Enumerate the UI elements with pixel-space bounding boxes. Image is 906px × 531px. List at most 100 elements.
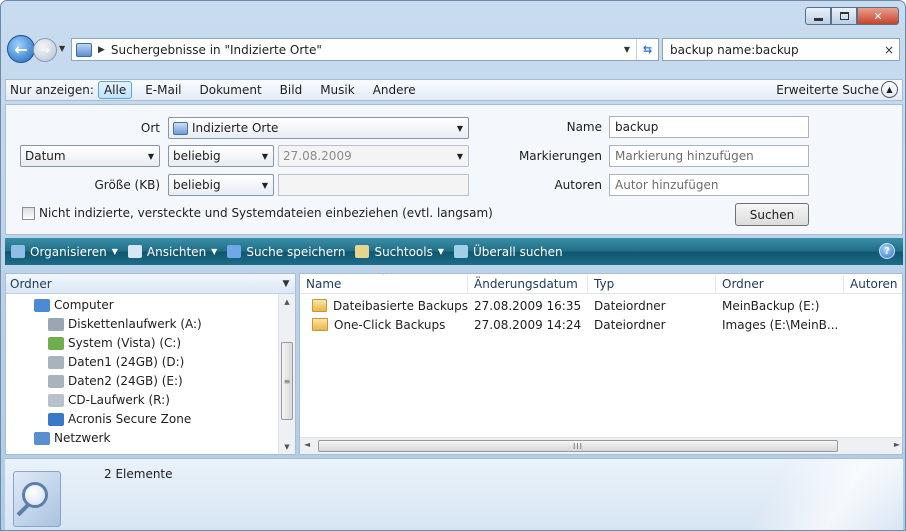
filter-musik[interactable]: Musik (315, 82, 360, 98)
tree-item[interactable]: Daten1 (24GB) (D:) (48, 355, 184, 369)
groesse-qualifier-dropdown[interactable]: beliebig ▼ (168, 174, 274, 196)
include-system-files-label[interactable]: Nicht indizierte, versteckte und Systemd… (39, 206, 493, 220)
column-header-authors[interactable]: Autoren (844, 274, 902, 294)
navigation-scrollbar[interactable]: ▲ ≡ ▼ (278, 294, 295, 454)
organize-button[interactable]: Organisieren ▼ (11, 245, 118, 259)
tags-field[interactable]: Markierung hinzufügen (609, 145, 809, 167)
column-header-folder[interactable]: Ordner (716, 274, 844, 294)
chevron-down-icon: ▼ (437, 247, 445, 256)
cell-name[interactable]: Dateibasierte Backups (306, 296, 468, 315)
network-icon (34, 431, 50, 445)
column-header-type[interactable]: Typ (588, 274, 716, 294)
folders-header-label: Ordner (10, 276, 52, 291)
groesse-input[interactable] (278, 174, 469, 196)
tree-item-label: Netzwerk (54, 431, 111, 445)
filter-email[interactable]: E-Mail (140, 82, 186, 98)
floppy-drive-icon (48, 317, 64, 331)
ort-dropdown[interactable]: Indizierte Orte ▼ (168, 117, 469, 139)
tree-item[interactable]: System (Vista) (C:) (48, 336, 181, 350)
tree-item-label: Daten1 (24GB) (D:) (68, 355, 185, 369)
tree-item[interactable]: Computer (34, 298, 114, 312)
search-everywhere-label: Überall suchen (473, 244, 563, 259)
save-search-button[interactable]: Suche speichern (227, 245, 345, 259)
recent-pages-dropdown[interactable]: ▼ (59, 44, 65, 53)
advanced-search-label[interactable]: Erweiterte Suche (776, 83, 879, 97)
cell-folder: Images (E:\MeinB... (722, 317, 839, 332)
address-bar[interactable]: ▶ Suchergebnisse in "Indizierte Orte" ▼ … (71, 38, 659, 61)
address-dropdown-icon[interactable]: ▼ (618, 45, 636, 54)
datum-qualifier-value: beliebig (173, 149, 221, 163)
views-button[interactable]: Ansichten ▼ (127, 245, 217, 259)
close-button[interactable]: ✕ (857, 7, 899, 25)
arrow-left-icon: ← (14, 39, 28, 59)
chevron-down-icon: ▼ (111, 247, 118, 256)
column-header-name[interactable]: Name (300, 274, 468, 294)
filter-dokument[interactable]: Dokument (195, 82, 267, 98)
checkbox-box[interactable] (22, 206, 35, 220)
navigation-pane: Ordner ▼ Computer Diskettenlaufwerk (A:) S… (5, 273, 296, 455)
tree-item-label: Diskettenlaufwerk (A:) (68, 317, 202, 331)
folders-header[interactable]: Ordner ▼ (6, 274, 295, 294)
chevron-down-icon: ▼ (261, 180, 269, 190)
search-tools-button[interactable]: Suchtools ▼ (355, 245, 444, 259)
back-button[interactable]: ← (7, 35, 35, 63)
tree-item[interactable]: CD-Laufwerk (R:) (48, 393, 170, 407)
chevron-down-icon: ▼ (456, 151, 464, 161)
save-search-label: Suche speichern (246, 244, 346, 259)
chevron-down-icon[interactable]: ▼ (277, 279, 295, 289)
column-header-date[interactable]: Änderungsdatum (468, 274, 588, 294)
filter-andere[interactable]: Andere (368, 82, 421, 98)
computer-icon (34, 298, 50, 312)
table-row[interactable]: Dateibasierte Backups 27.08.2009 16:35 D… (300, 296, 902, 315)
table-row[interactable]: One-Click Backups 27.08.2009 14:24 Datei… (300, 315, 902, 334)
authors-field[interactable]: Autor hinzufügen (609, 174, 809, 196)
acronis-zone-icon (48, 412, 64, 426)
details-pane: 2 Elemente (5, 458, 903, 530)
scroll-down-icon[interactable]: ▼ (279, 443, 295, 451)
system-drive-icon (48, 336, 64, 350)
tree-item[interactable]: Netzwerk (34, 431, 110, 445)
help-button[interactable]: ? (879, 243, 895, 259)
explorer-window: ✕ ← → ▼ ▶ Suchergebnisse in "Indizierte … (0, 0, 906, 531)
groesse-label: Größe (KB) (94, 178, 160, 192)
breadcrumb[interactable]: Suchergebnisse in "Indizierte Orte" (111, 43, 618, 57)
tree-item-label: Computer (54, 298, 114, 312)
include-system-files-checkbox[interactable]: Nicht indizierte, versteckte und Systemd… (22, 206, 493, 220)
close-icon: ✕ (873, 9, 883, 23)
cell-type: Dateiordner (594, 317, 666, 332)
scroll-up-icon[interactable]: ▲ (279, 298, 295, 306)
organize-label: Organisieren (30, 244, 107, 259)
maximize-button[interactable] (831, 7, 857, 25)
advanced-search-toggle[interactable]: Erweiterte Suche ▲ (776, 81, 898, 98)
search-everywhere-button[interactable]: Überall suchen (454, 245, 563, 259)
authors-label: Autoren (554, 178, 602, 192)
horizontal-scrollbar[interactable]: ◄ III ► (300, 437, 902, 454)
datum-qualifier-dropdown[interactable]: beliebig ▼ (168, 145, 274, 167)
search-button[interactable]: Suchen (735, 203, 809, 226)
minimize-button[interactable] (805, 7, 831, 25)
datum-dropdown[interactable]: Datum ▼ (20, 145, 160, 167)
clear-search-button[interactable]: × (879, 43, 899, 57)
cell-name[interactable]: One-Click Backups (306, 315, 468, 334)
name-label: Name (566, 120, 602, 134)
tree-item-label: Acronis Secure Zone (68, 412, 192, 426)
forward-button[interactable]: → (33, 38, 57, 62)
command-bar: Organisieren ▼ Ansichten ▼ Suche speichern Su… (5, 238, 903, 265)
filter-alle[interactable]: Alle (97, 81, 133, 99)
scroll-thumb[interactable]: ≡ (281, 342, 293, 420)
scroll-left-icon[interactable]: ◄ (304, 440, 310, 449)
datum-date-picker[interactable]: 27.08.2009 ▼ (278, 145, 469, 167)
tree-item[interactable]: Acronis Secure Zone (48, 412, 191, 426)
search-folder-icon (76, 42, 92, 57)
tree-item[interactable]: Diskettenlaufwerk (A:) (48, 317, 202, 331)
breadcrumb-separator-icon[interactable]: ▶ (98, 45, 105, 55)
tree-item[interactable]: Daten2 (24GB) (E:) (48, 374, 183, 388)
search-input[interactable] (670, 42, 879, 57)
filter-bild[interactable]: Bild (275, 82, 308, 98)
refresh-button[interactable]: ⇆ (636, 39, 658, 60)
filter-label: Nur anzeigen: (10, 83, 94, 97)
scroll-right-icon[interactable]: ► (894, 440, 900, 449)
name-field[interactable]: backup (609, 116, 809, 138)
scroll-thumb[interactable]: III (318, 440, 838, 452)
collapse-icon[interactable]: ▲ (881, 81, 898, 98)
